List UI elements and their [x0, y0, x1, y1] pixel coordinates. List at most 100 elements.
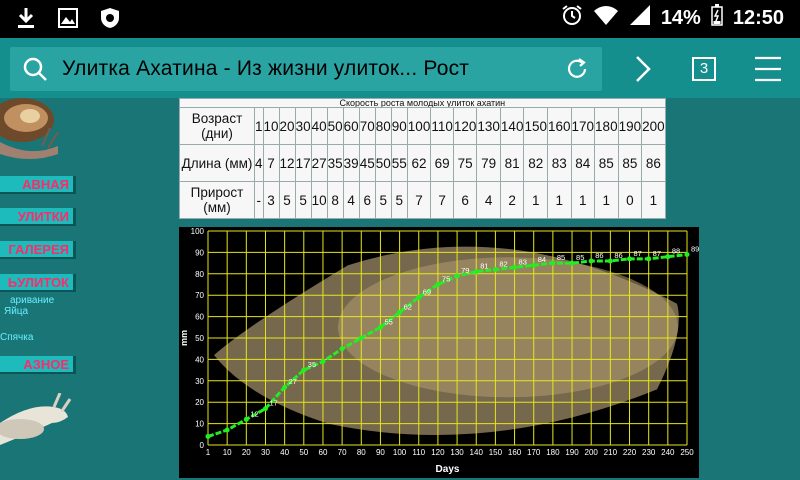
page-title[interactable]: Улитка Ахатина - Из жизни улиток... Рост [62, 57, 469, 81]
data-point [416, 294, 422, 300]
table-cell: 3 [262, 181, 280, 219]
table-cell: 110 [430, 107, 454, 145]
data-label: 86 [614, 251, 622, 260]
data-point [512, 264, 518, 270]
nav-snails[interactable]: УЛИТКИ [0, 208, 76, 226]
data-point [301, 367, 307, 373]
table-cell: 5 [374, 181, 392, 219]
data-point [684, 252, 690, 258]
data-label: 79 [461, 266, 469, 275]
data-label: 82 [499, 260, 507, 269]
tab-count-button[interactable]: 3 [692, 57, 716, 81]
x-tick-label: 230 [642, 448, 656, 457]
growth-chart-svg: 01020304050607080901001 10 20 30 40 50 60 70 80 9… [179, 227, 699, 475]
table-cell: 40 [310, 107, 328, 145]
table-cell: 1 [641, 181, 666, 219]
data-point [435, 282, 441, 287]
data-label: 12 [250, 409, 258, 418]
x-tick-label: 110 [412, 448, 425, 457]
signal-icon [629, 4, 651, 32]
table-cell: 5 [278, 181, 296, 219]
data-point [665, 254, 671, 260]
y-tick-label: 90 [195, 248, 204, 257]
y-tick-label: 60 [195, 313, 204, 322]
data-point [588, 258, 594, 264]
y-tick-label: 0 [200, 441, 205, 450]
table-cell: 17 [294, 144, 312, 182]
subnav-hibernation[interactable]: Спячка [0, 332, 33, 343]
table-cell: 4 [254, 144, 264, 182]
address-bar[interactable]: Улитка Ахатина - Из жизни улиток... Рост [10, 47, 602, 91]
x-tick-label: 150 [489, 448, 503, 457]
subnav-eggs[interactable]: Яйца [4, 306, 28, 317]
growth-table: Скорость роста молодых улиток ахатин Возр… [179, 98, 666, 219]
page-content: Скорость роста молодых улиток ахатин Возр… [80, 98, 800, 480]
x-tick-label: 190 [565, 448, 579, 457]
x-tick-label: 20 [242, 448, 251, 457]
table-cell: 4 [342, 181, 360, 219]
row-header: Длина (мм) [179, 144, 255, 182]
table-cell: 120 [452, 107, 478, 145]
x-tick-label: 120 [431, 448, 445, 457]
subnav-mating[interactable]: аривание [10, 295, 54, 306]
data-label: 81 [480, 262, 488, 271]
data-point [377, 324, 383, 330]
x-tick-label: 250 [680, 448, 694, 457]
table-cell: 79 [476, 144, 501, 182]
data-point [531, 262, 537, 268]
x-axis-label: Days [436, 464, 460, 475]
table-cell: 1 [546, 181, 572, 219]
table-cell: 190 [617, 107, 643, 145]
data-point [492, 267, 498, 273]
reload-icon[interactable] [564, 56, 590, 87]
table-cell: 50 [326, 107, 344, 145]
nav-gallery[interactable]: ГАЛЕРЕЯ [0, 241, 76, 259]
data-point [320, 359, 326, 365]
table-cell: 75 [452, 144, 478, 182]
menu-icon[interactable] [754, 56, 782, 87]
data-label: 85 [576, 253, 584, 262]
table-cell: 60 [342, 107, 360, 145]
table-cell: 160 [546, 107, 572, 145]
table-cell: 130 [476, 107, 501, 145]
y-tick-label: 20 [195, 398, 204, 407]
table-cell: 0 [617, 181, 643, 219]
data-label: 85 [557, 253, 565, 262]
x-tick-label: 50 [299, 448, 308, 457]
table-cell: 86 [641, 144, 666, 182]
x-tick-label: 170 [527, 448, 541, 457]
wifi-icon [593, 4, 619, 32]
nav-misc[interactable]: АЗНОЕ [0, 356, 76, 374]
table-cell: 1 [523, 181, 548, 219]
table-cell: 6 [358, 181, 376, 219]
x-tick-label: 100 [393, 448, 407, 457]
image-icon [56, 6, 80, 30]
y-tick-label: 40 [195, 355, 204, 364]
table-cell: 85 [594, 144, 619, 182]
data-point [473, 269, 479, 275]
forward-icon[interactable] [632, 54, 654, 89]
search-icon[interactable] [22, 56, 48, 87]
site-sidebar: АВНАЯ УЛИТКИ ГАЛЕРЕЯ ЬУЛИТОК аривание Яй… [0, 98, 80, 480]
table-cell: 62 [406, 144, 432, 182]
table-cell: 7 [262, 144, 280, 182]
table-cell: 10 [310, 181, 328, 219]
table-cell: 82 [523, 144, 548, 182]
data-label: 87 [653, 249, 661, 258]
nav-main[interactable]: АВНАЯ [0, 176, 76, 194]
x-tick-label: 200 [585, 448, 599, 457]
data-label: 62 [404, 302, 412, 311]
data-point [262, 406, 268, 412]
data-label: 69 [423, 287, 431, 296]
data-point [627, 256, 633, 262]
table-caption: Скорость роста молодых улиток ахатин [179, 98, 666, 108]
table-cell: 80 [374, 107, 392, 145]
nav-snail-life[interactable]: ЬУЛИТОК [0, 274, 76, 292]
table-cell: 100 [406, 107, 432, 145]
row-header: Возраст (дни) [179, 107, 255, 145]
data-point [243, 416, 249, 422]
data-point [224, 427, 230, 433]
data-point [397, 309, 403, 315]
y-tick-label: 50 [195, 334, 204, 343]
table-cell: 70 [358, 107, 376, 145]
